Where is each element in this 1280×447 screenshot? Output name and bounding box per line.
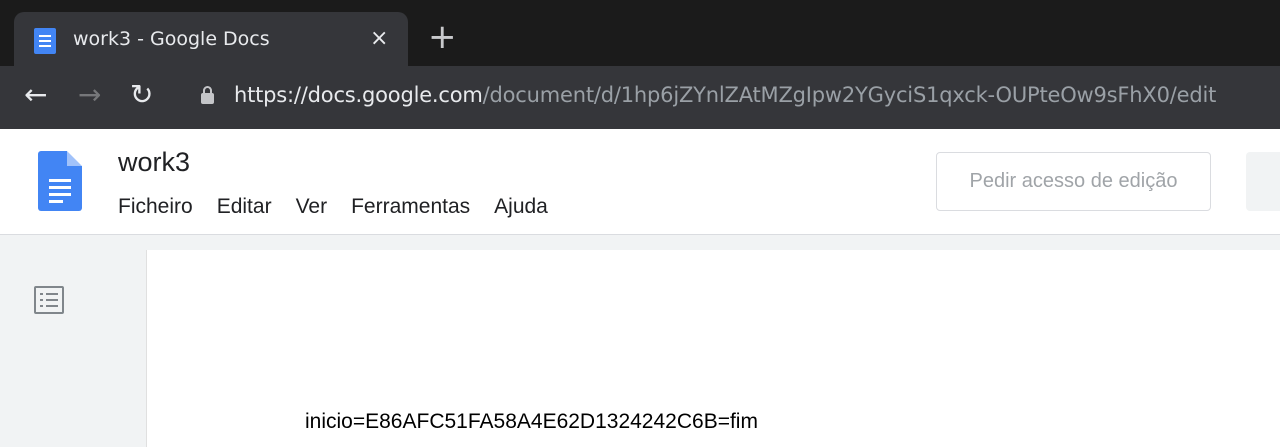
lock-icon [201, 86, 214, 104]
forward-arrow-icon[interactable]: → [78, 78, 101, 112]
document-title[interactable]: work3 [118, 147, 190, 178]
browser-tab[interactable]: work3 - Google Docs × [14, 12, 408, 68]
document-outline-icon[interactable] [34, 286, 64, 314]
new-tab-button[interactable]: + [428, 20, 457, 54]
browser-tabstrip: work3 - Google Docs × + [0, 0, 1280, 68]
docs-header: work3 Ficheiro Editar Ver Ferramentas Aj… [0, 129, 1280, 235]
menu-editar[interactable]: Editar [217, 195, 272, 219]
menu-ajuda[interactable]: Ajuda [494, 195, 548, 219]
url-host: https://docs.google.com [234, 83, 483, 107]
close-icon[interactable]: × [370, 26, 388, 51]
request-edit-access-button[interactable]: Pedir acesso de edição [936, 152, 1211, 211]
menu-ver[interactable]: Ver [296, 195, 328, 219]
menu-ferramentas[interactable]: Ferramentas [351, 195, 470, 219]
google-docs-logo-icon[interactable] [38, 151, 82, 211]
tab-title: work3 - Google Docs [73, 28, 270, 50]
google-docs-icon [34, 28, 56, 54]
browser-toolbar: ← → ↻ https://docs.google.com/document/d… [0, 66, 1280, 129]
address-bar[interactable]: https://docs.google.com/document/d/1hp6j… [234, 83, 1216, 107]
document-page[interactable]: inicio=E86AFC51FA58A4E62D1324242C6B=fim [146, 250, 1280, 447]
back-arrow-icon[interactable]: ← [24, 78, 47, 112]
url-path: /document/d/1hp6jZYnlZAtMZgIpw2YGyciS1qx… [482, 83, 1217, 107]
share-button[interactable] [1246, 152, 1280, 211]
menubar: Ficheiro Editar Ver Ferramentas Ajuda [118, 195, 572, 219]
reload-icon[interactable]: ↻ [130, 78, 153, 112]
document-body-text[interactable]: inicio=E86AFC51FA58A4E62D1324242C6B=fim [305, 410, 758, 434]
menu-ficheiro[interactable]: Ficheiro [118, 195, 193, 219]
